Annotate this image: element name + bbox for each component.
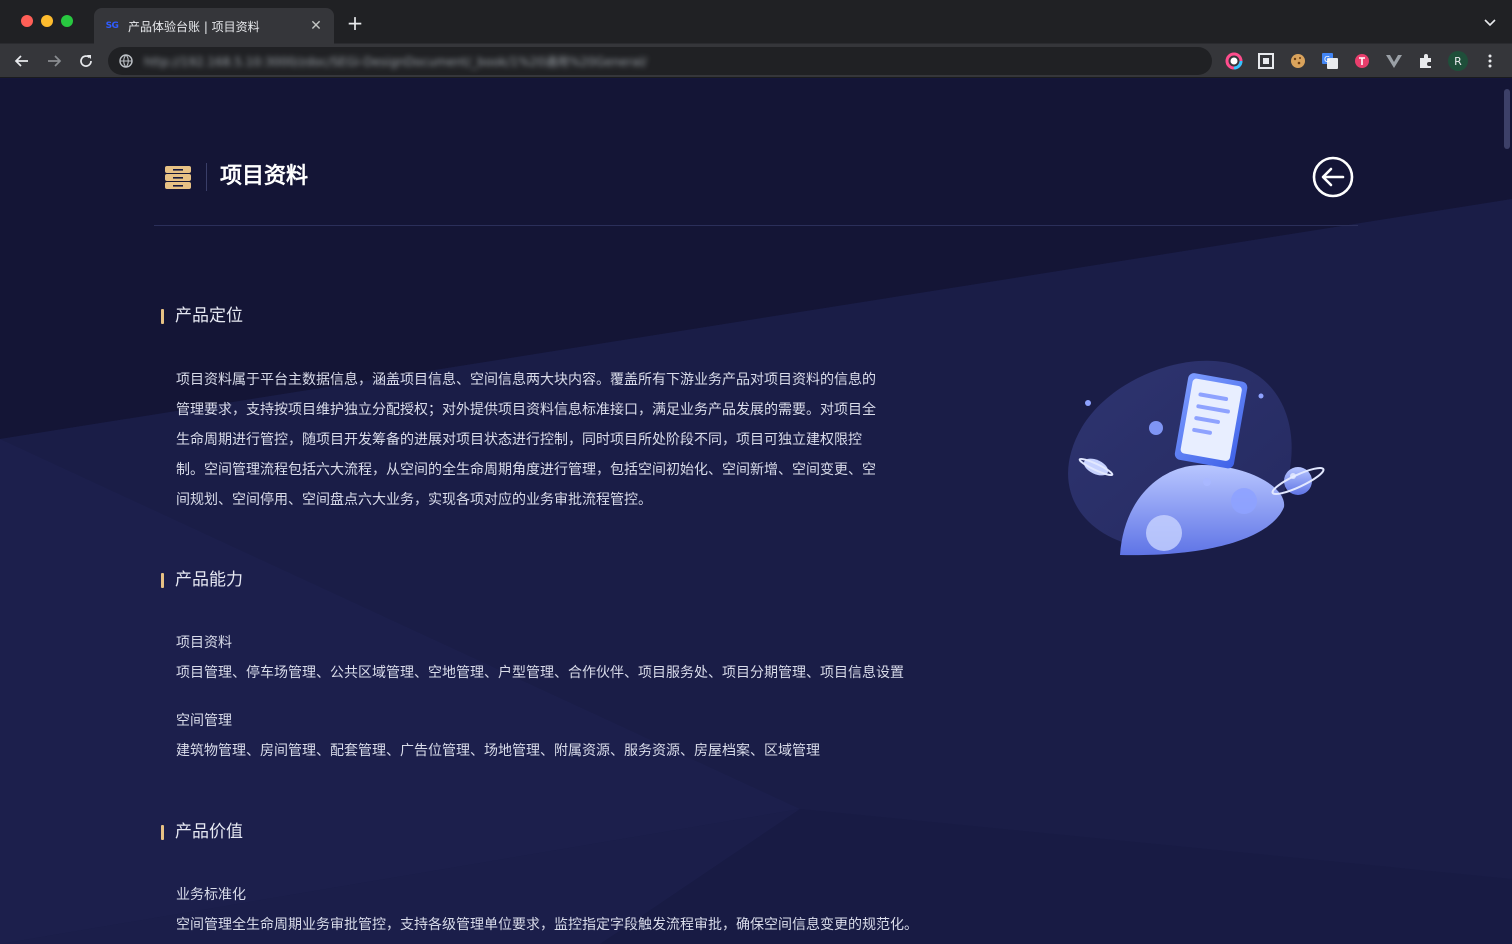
section-title-capability: 产品能力: [161, 568, 243, 592]
color-picker-extension-icon[interactable]: [1224, 51, 1244, 71]
value-item-title: 业务标准化: [176, 887, 246, 903]
paragraph-line: 项目资料属于平台主数据信息，涵盖项目信息、空间信息两大块内容。覆盖所有下游业务产…: [176, 372, 876, 388]
translate-extension-icon[interactable]: G: [1320, 51, 1340, 71]
page-header: 项目资料: [154, 79, 1358, 226]
capability-item-title: 空间管理: [176, 713, 232, 729]
paragraph-line: 管理要求，支持按项目维护独立分配授权；对外提供项目资料信息标准接口，满足业务产品…: [176, 402, 876, 418]
new-tab-button[interactable]: +: [344, 12, 366, 34]
page-content: 项目资料 产品定位 项目资料属于平台主数据信息，涵盖项目信息、空间信息两大块内容…: [0, 79, 1512, 944]
svg-text:G: G: [1324, 55, 1330, 64]
reload-icon[interactable]: [74, 49, 98, 73]
browser-toolbar: http://192.168.5.10:3000/zdoc/SEGi-Desig…: [0, 44, 1512, 78]
back-button[interactable]: [1312, 156, 1354, 198]
screenshot-extension-icon[interactable]: [1256, 51, 1276, 71]
back-arrow-icon[interactable]: [10, 49, 34, 73]
tab-close-icon[interactable]: ✕: [308, 18, 324, 34]
capability-item-body: 建筑物管理、房间管理、配套管理、广告位管理、场地管理、附属资源、服务资源、房屋档…: [176, 743, 820, 759]
page-scrollbar[interactable]: [1504, 89, 1510, 149]
paragraph-line: 生命周期进行管控，随项目开发筹备的进展对项目状态进行控制，同时项目所处阶段不同，…: [176, 432, 862, 448]
cabinet-icon: [164, 163, 192, 191]
sg-favicon-icon: SG: [105, 21, 119, 31]
cookie-extension-icon[interactable]: [1288, 51, 1308, 71]
profile-avatar[interactable]: R: [1448, 51, 1468, 71]
paragraph-line: 间规划、空间停用、空间盘点六大业务，实现各项对应的业务审批流程管控。: [176, 492, 652, 508]
paragraph-line: 制。空间管理流程包括六大流程，从空间的全生命周期角度进行管理，包括空间初始化、空…: [176, 462, 876, 478]
browser-tab-active[interactable]: SG 产品体验台账 | 项目资料 ✕: [94, 8, 334, 44]
tab-title: 产品体验台账 | 项目资料: [128, 19, 260, 34]
extensions-puzzle-icon[interactable]: [1416, 51, 1436, 71]
capability-item-body: 项目管理、停车场管理、公共区域管理、空地管理、户型管理、合作伙伴、项目服务处、项…: [176, 665, 904, 681]
pink-extension-icon[interactable]: [1352, 51, 1372, 71]
address-bar[interactable]: http://192.168.5.10:3000/zdoc/SEGi-Desig…: [108, 47, 1212, 75]
capability-item-title: 项目资料: [176, 635, 232, 651]
maximize-window-button[interactable]: [61, 15, 73, 27]
browser-menu-icon[interactable]: [1480, 51, 1500, 71]
circle-arrow-left-icon: [1312, 156, 1354, 198]
document-planet-illustration: [1052, 357, 1332, 567]
section-title-positioning: 产品定位: [161, 304, 243, 328]
header-divider: [206, 163, 207, 191]
browser-titlebar: SG 产品体验台账 | 项目资料 ✕ +: [0, 0, 1512, 44]
minimize-window-button[interactable]: [41, 15, 53, 27]
section-title-value: 产品价值: [161, 820, 243, 844]
url-text: http://192.168.5.10:3000/zdoc/SEGi-Desig…: [144, 54, 647, 69]
page-title: 项目资料: [220, 164, 309, 189]
vue-devtools-extension-icon[interactable]: [1384, 51, 1404, 71]
forward-arrow-icon[interactable]: [42, 49, 66, 73]
positioning-paragraph: 项目资料属于平台主数据信息，涵盖项目信息、空间信息两大块内容。覆盖所有下游业务产…: [176, 365, 956, 515]
close-window-button[interactable]: [21, 15, 33, 27]
tab-search-chevron-icon[interactable]: [1482, 14, 1498, 30]
value-item-body: 空间管理全生命周期业务审批管控，支持各级管理单位要求，监控指定字段触发流程审批，…: [176, 917, 918, 933]
site-info-icon[interactable]: [118, 53, 134, 69]
